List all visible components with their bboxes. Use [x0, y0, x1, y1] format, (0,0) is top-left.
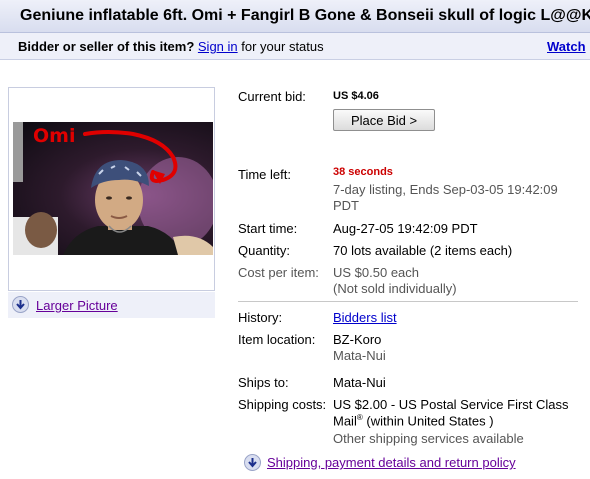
down-arrow-circle-icon[interactable] [244, 454, 261, 471]
status-suffix: for your status [241, 39, 324, 54]
title-bar: Geniune inflatable 6ft. Omi + Fangirl B … [0, 0, 590, 33]
shipping-policy-link[interactable]: Shipping, payment details and return pol… [267, 455, 516, 470]
item-picture-frame: Omi [8, 87, 215, 291]
larger-picture-bar: Larger Picture [8, 292, 215, 318]
status-question: Bidder or seller of this item? [18, 39, 195, 54]
current-bid-value: US $4.06 [333, 90, 379, 102]
cost-note: (Not sold individually) [333, 281, 457, 296]
bidders-list-link[interactable]: Bidders list [333, 310, 397, 325]
down-arrow-circle-icon[interactable] [12, 296, 29, 313]
quantity-label: Quantity: [238, 243, 291, 258]
item-location-region: Mata-Nui [333, 348, 386, 363]
registered-mark: ® [356, 413, 363, 422]
cost-per-item-label: Cost per item: [238, 265, 319, 280]
quantity-value: 70 lots available (2 items each) [333, 243, 513, 258]
sign-in-link[interactable]: Sign in [198, 39, 238, 54]
time-remaining: 38 seconds [333, 166, 393, 178]
item-title: Geniune inflatable 6ft. Omi + Fangirl B … [20, 7, 590, 24]
section-divider [238, 301, 578, 302]
time-left-label: Time left: [238, 167, 291, 182]
listing-timezone: PDT [333, 198, 359, 213]
other-shipping-note: Other shipping services available [333, 431, 524, 446]
shipping-region-text: (within United States ) [366, 413, 494, 429]
status-text: Bidder or seller of this item? Sign in f… [18, 39, 324, 54]
shipping-mail-text: Mail [333, 413, 357, 429]
larger-picture-link[interactable]: Larger Picture [36, 298, 118, 313]
shipping-costs-label: Shipping costs: [238, 397, 327, 412]
cost-per-item-value: US $0.50 each [333, 265, 420, 280]
ships-to-value: Mata-Nui [333, 375, 386, 390]
status-bar: Bidder or seller of this item? Sign in f… [0, 33, 590, 60]
start-time-value: Aug-27-05 19:42:09 PDT [333, 221, 478, 236]
current-bid-label: Current bid: [238, 89, 306, 104]
shipping-costs-line1: US $2.00 - US Postal Service First Class [333, 397, 569, 412]
shipping-costs-line2: Mail® (within United States ) [333, 413, 494, 428]
item-photo[interactable]: Omi [13, 122, 213, 255]
photo-overlay-text: Omi [33, 125, 76, 147]
item-location-label: Item location: [238, 332, 316, 347]
listing-duration: 7-day listing, Ends Sep-03-05 19:42:09 [333, 182, 558, 197]
item-location-value: BZ-Koro [333, 332, 382, 347]
start-time-label: Start time: [238, 221, 298, 236]
watch-link[interactable]: Watch [547, 39, 586, 54]
history-label: History: [238, 310, 283, 325]
place-bid-button[interactable]: Place Bid > [333, 109, 435, 131]
ships-to-label: Ships to: [238, 375, 289, 390]
